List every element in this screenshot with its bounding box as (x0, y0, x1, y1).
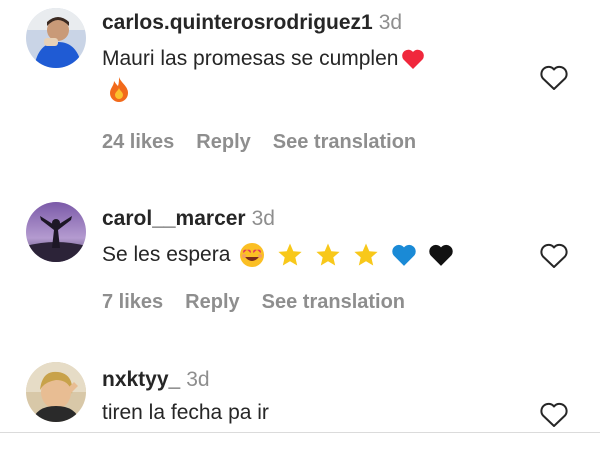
avatar[interactable] (26, 362, 86, 422)
likes-count[interactable]: 7 likes (102, 291, 163, 313)
like-heart-icon[interactable] (538, 240, 570, 272)
star-emoji-icon (353, 242, 379, 268)
comment-username[interactable]: carol__marcer (102, 207, 246, 230)
comment-timestamp[interactable]: 3d (186, 368, 209, 391)
comment-username[interactable]: nxktyy_ (102, 368, 180, 391)
divider (0, 432, 600, 433)
comment-text: tiren la fecha pa ir (102, 401, 269, 424)
star-emoji-icon (277, 242, 303, 268)
comment-username[interactable]: carlos.quinterosrodriguez1 (102, 11, 373, 34)
avatar[interactable] (26, 202, 86, 262)
blue-heart-emoji-icon (391, 243, 417, 267)
comment-meta: 7 likes Reply See translation (102, 291, 427, 314)
comment-text-block: Se les espera (102, 240, 522, 270)
heart-eyes-emoji-icon (239, 242, 265, 268)
comment-timestamp[interactable]: 3d (252, 207, 275, 230)
comment-text: Se les espera (102, 243, 231, 266)
comment-text-block: tiren la fecha pa ir (102, 398, 522, 428)
see-translation-button[interactable]: See translation (262, 291, 405, 313)
red-heart-emoji-icon (401, 48, 425, 70)
reply-button[interactable]: Reply (185, 291, 239, 313)
likes-count[interactable]: 24 likes (102, 131, 174, 153)
reply-button[interactable]: Reply (196, 131, 250, 153)
avatar[interactable] (26, 8, 86, 68)
comment-text-block: Mauri las promesas se cumplen (102, 44, 522, 104)
like-heart-icon[interactable] (538, 62, 570, 94)
fire-emoji-icon (108, 76, 130, 103)
see-translation-button[interactable]: See translation (273, 131, 416, 153)
comment-timestamp[interactable]: 3d (379, 11, 402, 34)
star-emoji-icon (315, 242, 341, 268)
comment-text: Mauri las promesas se cumplen (102, 47, 399, 70)
like-heart-icon[interactable] (538, 399, 570, 431)
comment-meta: 24 likes Reply See translation (102, 131, 438, 154)
black-heart-emoji-icon (428, 243, 454, 267)
